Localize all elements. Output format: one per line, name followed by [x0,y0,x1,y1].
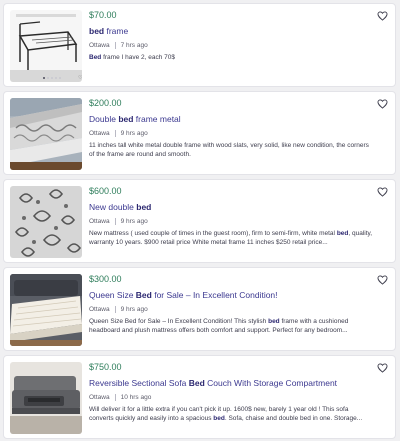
listing-price: $200.00 [89,98,122,108]
listing-meta: Ottawa 10 hrs ago [89,393,373,402]
listing-price: $750.00 [89,362,122,372]
favorite-heart-icon[interactable] [377,187,388,197]
favorite-heart-icon[interactable] [377,363,388,373]
listing-price: $600.00 [89,186,122,196]
listing-description: Will deliver it for a little extra if yo… [89,406,363,422]
favorite-heart-icon[interactable] [377,99,388,109]
listing-meta: Ottawa 9 hrs ago [89,129,373,138]
listing-image[interactable] [10,362,82,434]
listing-card[interactable]: $600.00 New double bed Ottawa 9 hrs ago … [3,179,396,263]
queen-bed-photo [10,274,82,346]
listing-image[interactable] [10,274,82,346]
patterned-mattress-photo [10,186,82,258]
listing-title[interactable]: New double bed [89,202,373,213]
listing-image[interactable] [10,98,82,170]
listing-meta: Ottawa 9 hrs ago [89,305,373,314]
listing-time: 9 hrs ago [120,306,148,313]
listing-description: Queen Size Bed for Sale – In Excellent C… [89,318,349,334]
listing-description: 11 inches tall white metal double frame … [89,142,369,158]
listing-title[interactable]: Reversible Sectional Sofa Bed Couch With… [89,378,373,389]
listing-meta: Ottawa 9 hrs ago [89,217,373,226]
listing-card[interactable]: $300.00 Queen Size Bed for Sale – In Exc… [3,267,396,351]
listing-meta: Ottawa 7 hrs ago [89,41,373,50]
listing-card[interactable]: $750.00 Reversible Sectional Sofa Bed Co… [3,355,396,439]
listing-title[interactable]: Double bed frame metal [89,114,373,125]
listing-location: Ottawa [89,130,110,137]
listing-description: New mattress ( used couple of times in t… [89,230,373,246]
listing-card[interactable]: ♡ 6 $70.00 bed frame Ottawa 7 hrs ago Be… [3,3,396,87]
listing-location: Ottawa [89,394,110,401]
listing-time: 9 hrs ago [120,130,148,137]
listing-title[interactable]: bed frame [89,26,373,37]
listing-location: Ottawa [89,218,110,225]
image-carousel-dots[interactable] [43,77,61,79]
listing-image[interactable] [10,186,82,258]
listing-location: Ottawa [89,306,110,313]
listing-image[interactable]: ♡ 6 [10,10,82,82]
listing-price: $70.00 [89,10,117,20]
mattress-on-frame-photo [10,98,82,170]
listing-time: 7 hrs ago [120,42,148,49]
listing-title[interactable]: Queen Size Bed for Sale – In Excellent C… [89,290,373,301]
favorite-heart-icon[interactable] [377,275,388,285]
favorite-count: ♡ 6 [78,75,82,81]
listing-time: 9 hrs ago [120,218,148,225]
listing-card[interactable]: $200.00 Double bed frame metal Ottawa 9 … [3,91,396,175]
listing-location: Ottawa [89,42,110,49]
favorite-heart-icon[interactable] [377,11,388,21]
heart-small-icon: ♡ [78,75,82,81]
listing-price: $300.00 [89,274,122,284]
listing-time: 10 hrs ago [120,394,152,401]
sectional-sofa-photo [10,362,82,434]
metal-bed-frame-photo [10,10,82,82]
listing-description: Bed frame I have 2, each 70$ [89,54,175,61]
